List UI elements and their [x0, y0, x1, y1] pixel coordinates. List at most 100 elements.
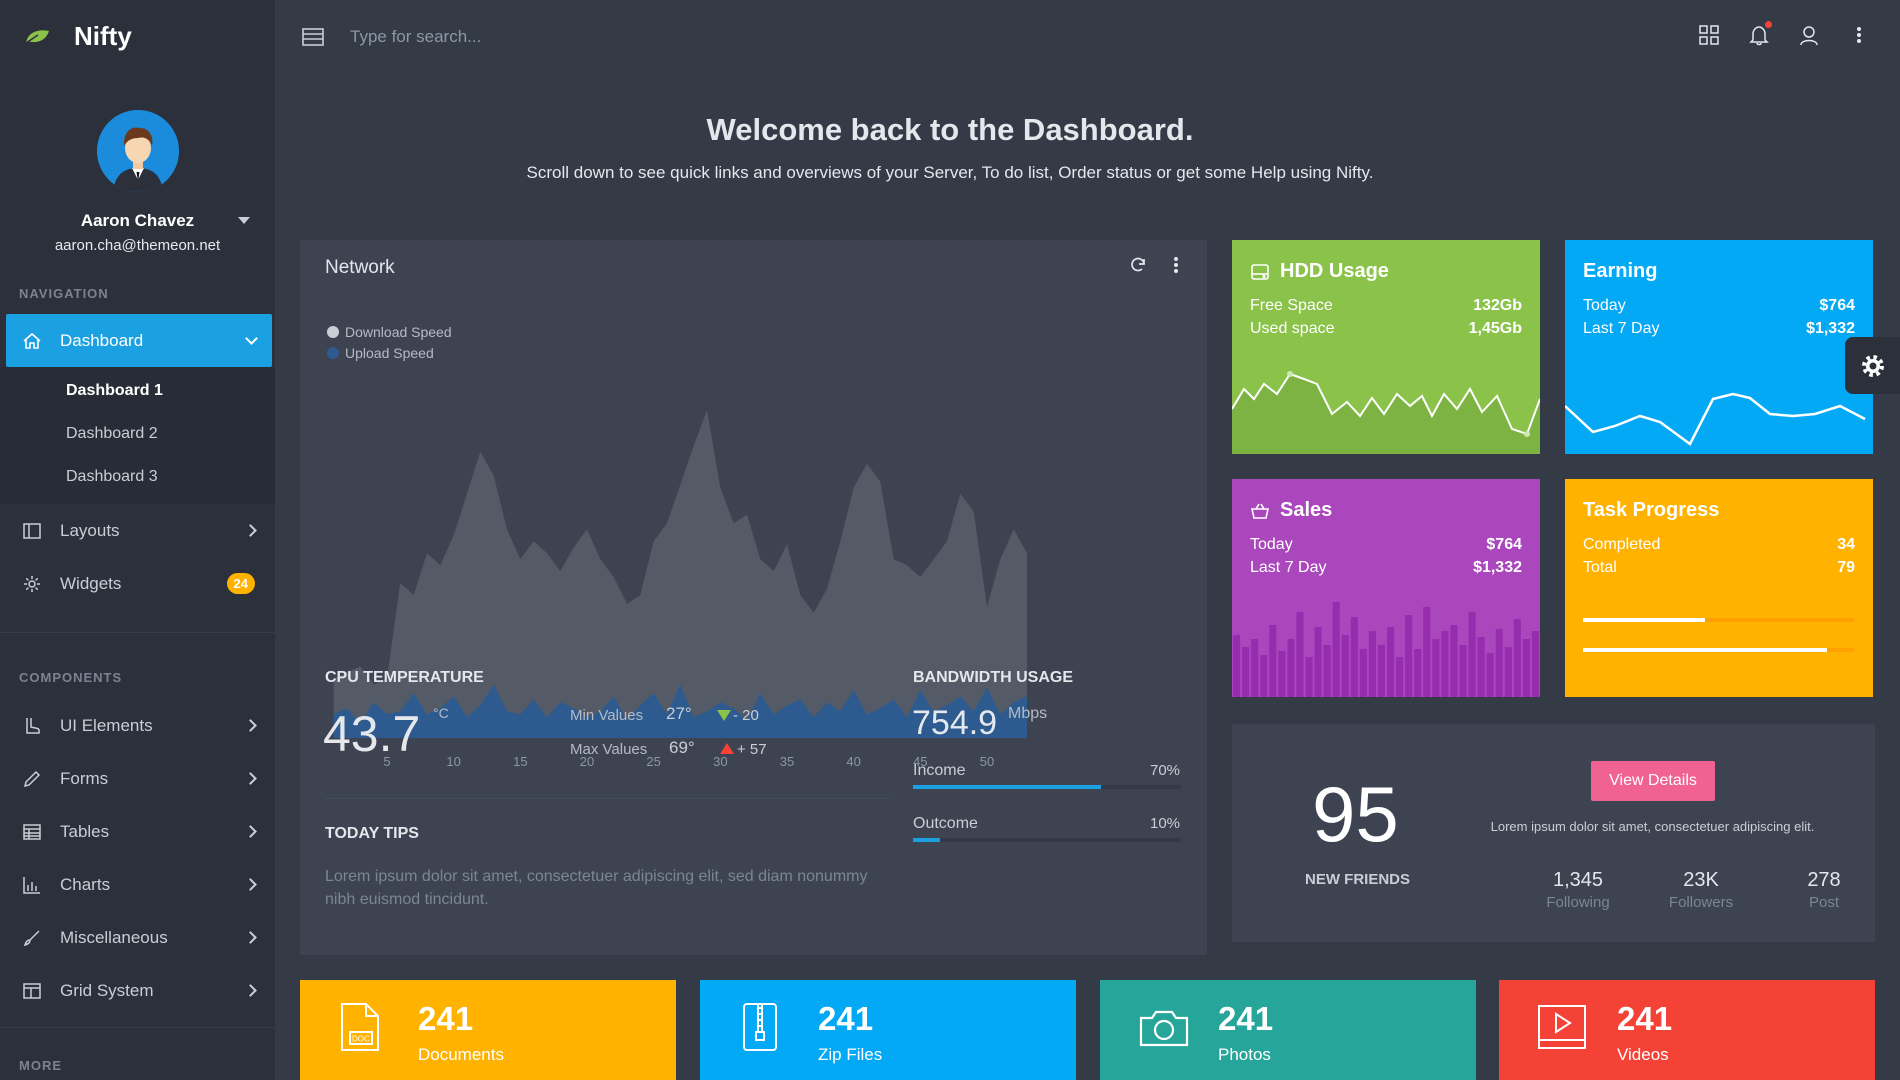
task-progress-tile[interactable]: Task Progress Completed 34 Total 79 — [1565, 479, 1873, 697]
row-label: Today — [1583, 297, 1626, 314]
x-tick-label: 15 — [513, 754, 527, 769]
welcome-banner: Welcome back to the Dashboard. Scroll do… — [275, 112, 1625, 183]
avatar[interactable] — [96, 110, 179, 192]
tips-title: TODAY TIPS — [325, 825, 419, 842]
stat-value: 1,345 — [1552, 869, 1604, 891]
friends-label: NEW FRIENDS — [1305, 871, 1410, 888]
earning-tile[interactable]: Earning Today $764 Last 7 Day $1,332 — [1565, 240, 1873, 454]
tile-title-label: Sales — [1280, 499, 1333, 521]
row-label: Last 7 Day — [1583, 320, 1660, 337]
min-delta: - 20 — [733, 707, 759, 724]
notification-dot — [1765, 21, 1772, 28]
document-icon: DOC — [341, 1003, 379, 1051]
sidebar-item-tables[interactable]: Tables — [0, 805, 275, 858]
sidebar-item-charts[interactable]: Charts — [0, 858, 275, 911]
sidebar: Nifty Aaron Chavez aaron.cha@themeon.net… — [0, 0, 275, 1080]
card-label: Zip Files — [818, 1045, 883, 1064]
sidebar-item-layouts[interactable]: Layouts — [0, 504, 275, 557]
documents-card[interactable]: DOC 241 Documents — [300, 980, 676, 1080]
stat-post[interactable]: 278 Post — [1774, 869, 1874, 911]
earning-row-today: Today $764 — [1583, 297, 1855, 315]
view-details-button[interactable]: View Details — [1591, 761, 1715, 801]
sidebar-item-grid-system[interactable]: Grid System — [0, 964, 275, 1017]
sales-bar — [1314, 627, 1322, 697]
sidebar-item-label: Tables — [60, 821, 110, 841]
sales-tile[interactable]: Sales Today $764 Last 7 Day $1,332 — [1232, 479, 1540, 697]
sales-bar — [1495, 629, 1503, 697]
stat-followers[interactable]: 23K Followers — [1651, 869, 1751, 911]
search-input[interactable] — [350, 26, 650, 47]
sidebar-item-label: Miscellaneous — [60, 927, 168, 947]
stat-label: Post — [1808, 894, 1839, 911]
sidebar-item-widgets[interactable]: Widgets 24 — [0, 557, 275, 610]
min-value: 27° — [666, 704, 692, 723]
profile-name: Aaron Chavez — [80, 211, 195, 230]
sidebar-item-miscellaneous[interactable]: Miscellaneous — [0, 911, 275, 964]
chevron-right-icon — [244, 523, 257, 537]
sidebar-subitem-dashboard-1[interactable]: Dashboard 1 — [0, 369, 275, 412]
row-label: Today — [1250, 536, 1293, 553]
sales-bar — [1450, 625, 1458, 697]
row-value: $1,332 — [1806, 320, 1855, 337]
settings-tab[interactable] — [1845, 337, 1900, 394]
sidebar-item-forms[interactable]: Forms — [0, 752, 275, 805]
sales-title: Sales — [1250, 499, 1332, 522]
sales-bar — [1513, 619, 1521, 697]
sidebar-item-label: Forms — [60, 768, 109, 788]
row-value: $1,332 — [1473, 559, 1522, 576]
videos-card[interactable]: 241 Videos — [1499, 980, 1875, 1080]
earning-sparkline — [1565, 392, 1866, 446]
user-profile: Aaron Chavez aaron.cha@themeon.net — [0, 110, 275, 254]
hdd-sparkline — [1232, 371, 1540, 454]
user-icon[interactable] — [1798, 24, 1820, 46]
sales-bar — [1531, 631, 1539, 697]
x-tick-label: 35 — [780, 754, 794, 769]
top-header — [275, 0, 1900, 73]
sales-bar — [1278, 651, 1286, 697]
network-chart: 5 10 15 20 25 30 35 40 45 50 — [333, 410, 1028, 769]
more-label: MORE — [19, 1058, 62, 1073]
chevron-down-icon[interactable] — [238, 217, 250, 224]
zip-files-card[interactable]: 241 Zip Files — [700, 980, 1076, 1080]
video-icon — [1538, 1005, 1586, 1049]
sales-bar — [1477, 637, 1485, 697]
sidebar-subitem-dashboard-2[interactable]: Dashboard 2 — [0, 412, 275, 455]
sidebar-subitem-dashboard-3[interactable]: Dashboard 3 — [0, 455, 275, 498]
sales-bar — [1468, 612, 1476, 697]
hdd-title: HDD Usage — [1250, 260, 1389, 283]
sidebar-item-dashboard[interactable]: Dashboard — [6, 314, 272, 367]
bandwidth-value: 754.9 — [912, 704, 998, 742]
outcome-progress — [913, 838, 1181, 842]
chevron-right-icon — [244, 771, 257, 785]
hdd-usage-tile[interactable]: HDD Usage Free Space 132Gb Used space 1,45… — [1232, 240, 1540, 454]
page-subtitle: Scroll down to see quick links and overv… — [526, 163, 1374, 182]
boot-icon — [22, 716, 42, 736]
max-delta: + 57 — [737, 741, 767, 758]
sales-bar — [1242, 647, 1250, 697]
sales-bar — [1323, 645, 1331, 697]
refresh-icon[interactable] — [1129, 256, 1147, 274]
apps-grid-icon[interactable] — [1698, 24, 1720, 46]
bell-icon[interactable] — [1748, 21, 1772, 46]
new-friends-panel: 95 NEW FRIENDS View Details Lorem ipsum … — [1232, 724, 1875, 942]
sales-bar — [1287, 639, 1295, 697]
task-row-completed: Completed 34 — [1583, 536, 1855, 554]
sales-bar — [1233, 635, 1241, 697]
svg-text:DOC: DOC — [352, 1035, 370, 1044]
stat-following[interactable]: 1,345 Following — [1528, 869, 1628, 911]
sidebar-item-ui-elements[interactable]: UI Elements — [0, 699, 275, 752]
row-label: Completed — [1583, 536, 1661, 553]
row-value: 132Gb — [1473, 297, 1522, 314]
photos-card[interactable]: 241 Photos — [1100, 980, 1476, 1080]
brand[interactable]: Nifty — [0, 0, 275, 73]
card-label: Documents — [418, 1045, 504, 1064]
more-vertical-icon[interactable] — [1173, 256, 1179, 274]
basket-icon — [1251, 503, 1269, 519]
more-vertical-icon[interactable] — [1848, 24, 1870, 46]
chevron-right-icon — [244, 718, 257, 732]
chevron-down-icon — [245, 331, 258, 345]
chevron-right-icon — [244, 877, 257, 891]
zip-icon — [743, 1003, 777, 1051]
menu-icon[interactable] — [302, 27, 324, 46]
navigation-label: NAVIGATION — [19, 286, 109, 301]
